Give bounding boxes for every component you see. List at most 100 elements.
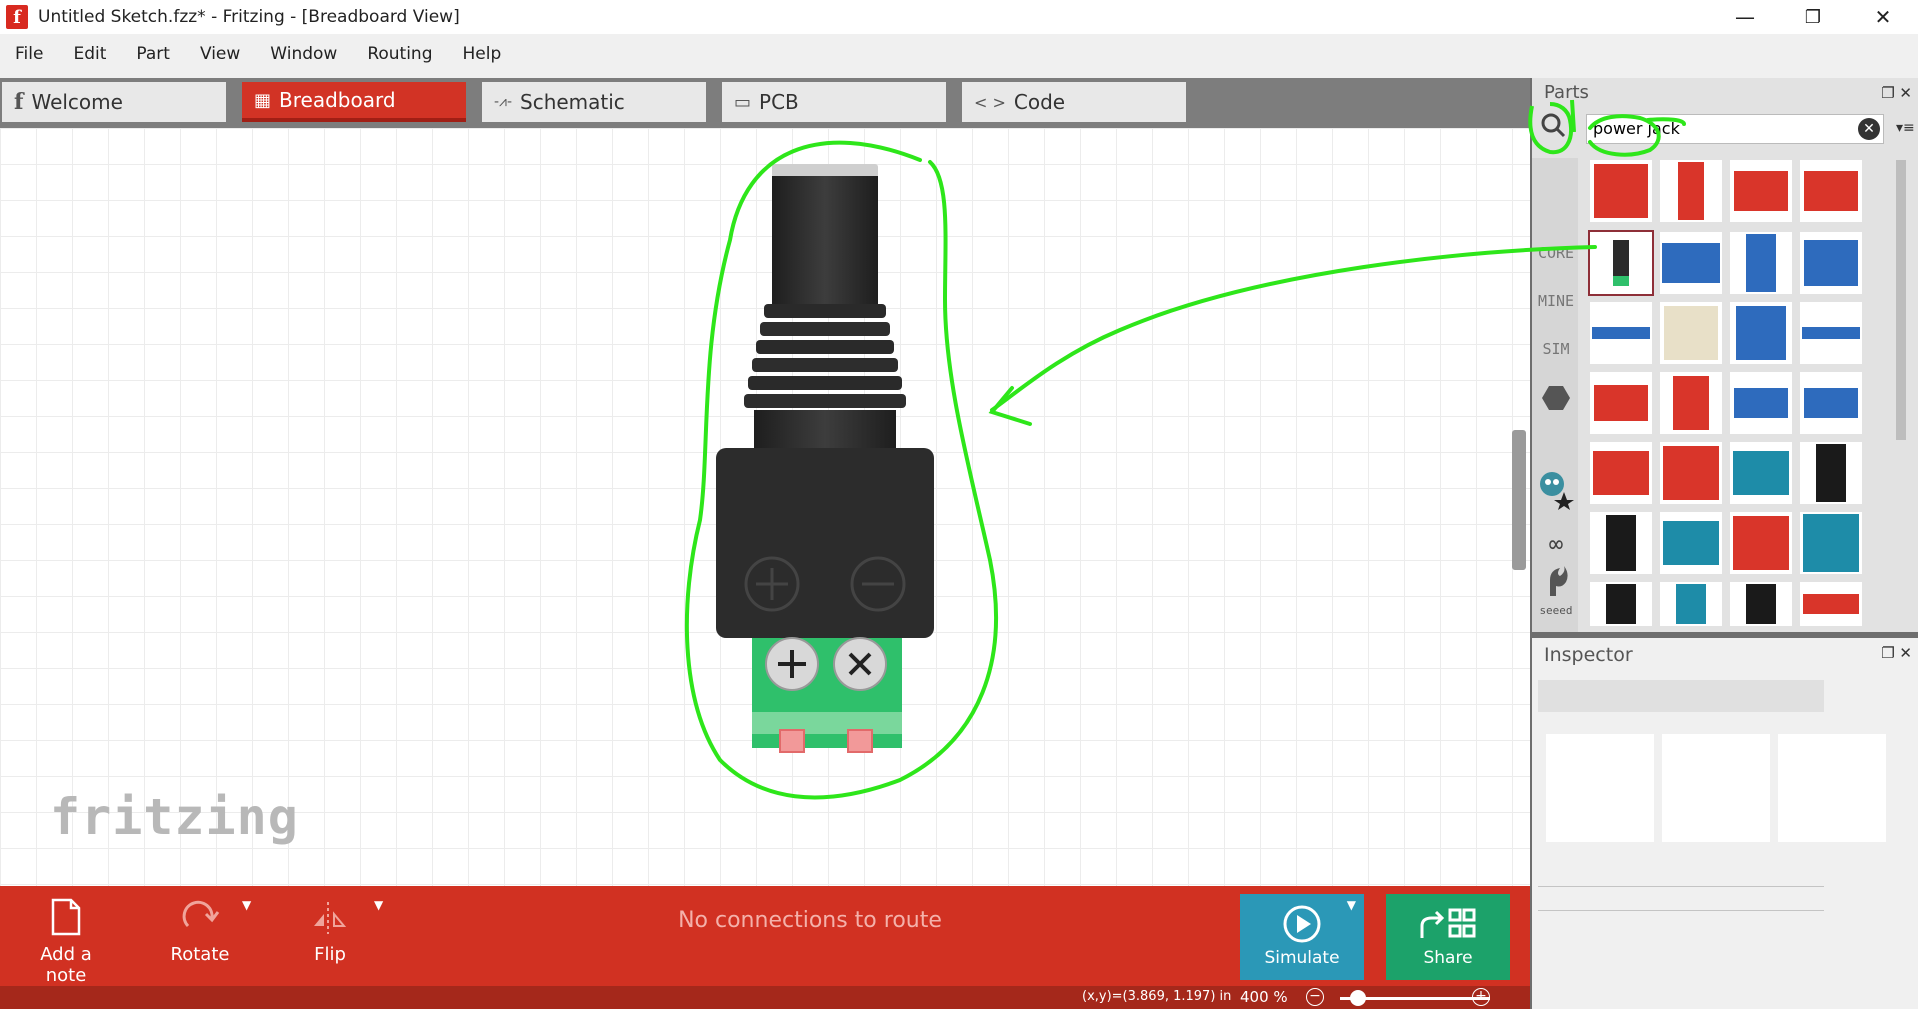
part-thumbnail[interactable] xyxy=(1800,302,1862,364)
close-panel-icon[interactable]: ✕ xyxy=(1899,84,1912,102)
parts-search-input[interactable]: power jack xyxy=(1586,114,1884,144)
menu-edit[interactable]: Edit xyxy=(58,44,121,64)
flip-label: Flip xyxy=(314,944,346,965)
tab-label: PCB xyxy=(759,90,799,114)
float-panel-icon[interactable]: ❐ xyxy=(1881,644,1894,662)
zoom-in-icon[interactable]: + xyxy=(1472,988,1490,1006)
maximize-button[interactable]: ❐ xyxy=(1778,0,1848,34)
zoom-out-icon[interactable]: − xyxy=(1306,988,1324,1006)
part-thumbnail[interactable] xyxy=(1590,302,1652,364)
dc-power-jack-part[interactable] xyxy=(700,164,950,784)
search-icon[interactable] xyxy=(1536,108,1570,142)
share-button[interactable]: Share xyxy=(1386,894,1510,980)
part-thumbnail[interactable] xyxy=(1800,372,1862,434)
dock-splitter-handle[interactable] xyxy=(1512,430,1526,570)
flip-dropdown-icon[interactable]: ▼ xyxy=(374,898,383,912)
tab-breadboard[interactable]: ▦ Breadboard xyxy=(242,82,466,122)
flip-button[interactable]: Flip xyxy=(292,896,368,965)
part-thumbnail[interactable] xyxy=(1590,442,1652,504)
divider xyxy=(1538,910,1824,911)
bin-sim[interactable]: SIM xyxy=(1536,340,1576,358)
tab-pcb[interactable]: ▭ PCB xyxy=(722,82,946,122)
adafruit-star-icon[interactable] xyxy=(1536,470,1576,514)
tab-welcome[interactable]: f Welcome xyxy=(2,82,226,122)
part-thumbnail[interactable] xyxy=(1730,372,1792,434)
code-brackets-icon: < > xyxy=(974,92,1006,112)
sparkfun-flame-icon[interactable] xyxy=(1536,566,1576,600)
hexagon-icon[interactable] xyxy=(1536,384,1576,416)
title-bar: f Untitled Sketch.fzz* - Fritzing - [Bre… xyxy=(0,0,1918,34)
status-bar: (x,y)=(3.869, 1.197) in 400 % − + xyxy=(0,986,1530,1009)
menu-view[interactable]: View xyxy=(185,44,255,64)
tab-label: Code xyxy=(1013,90,1066,114)
inspector-panel: Inspector ❐ ✕ xyxy=(1532,638,1918,1009)
add-note-label: Add a note xyxy=(40,944,92,986)
menu-file[interactable]: File xyxy=(0,44,58,64)
tab-label: Welcome xyxy=(31,90,123,114)
close-panel-icon[interactable]: ✕ xyxy=(1899,644,1912,662)
flip-icon xyxy=(314,902,347,934)
tab-label: Breadboard xyxy=(279,88,396,112)
part-thumbnail[interactable] xyxy=(1730,442,1792,504)
menu-window[interactable]: Window xyxy=(255,44,352,64)
scrollbar-thumb[interactable] xyxy=(1896,160,1906,440)
parts-panel: Parts ❐ ✕ power jack ✕ ▾≡ CORE MINE SIM … xyxy=(1532,78,1918,658)
part-thumbnail[interactable] xyxy=(1730,582,1792,626)
parts-panel-title: Parts xyxy=(1544,82,1589,103)
menu-routing[interactable]: Routing xyxy=(352,44,447,64)
cursor-coordinates: (x,y)=(3.869, 1.197) in xyxy=(1082,989,1232,1004)
part-thumbnail[interactable] xyxy=(1800,160,1862,222)
menu-part[interactable]: Part xyxy=(121,44,185,64)
breadboard-canvas[interactable]: fritzing xyxy=(0,128,1530,886)
bottom-toolbar: Add a note Rotate ▼ Flip ▼ No connection… xyxy=(0,886,1530,986)
simulate-button[interactable]: Simulate ▼ xyxy=(1240,894,1364,980)
note-icon xyxy=(51,898,81,936)
bin-mine[interactable]: MINE xyxy=(1536,292,1576,310)
clear-search-icon[interactable]: ✕ xyxy=(1858,118,1880,140)
part-thumbnail[interactable] xyxy=(1730,302,1792,364)
add-note-button[interactable]: Add a note xyxy=(20,896,112,986)
parts-bin-tabs: CORE MINE SIM ∞ seeed ▲ xyxy=(1532,158,1578,658)
part-thumbnail[interactable] xyxy=(1660,232,1722,294)
part-thumbnail[interactable] xyxy=(1660,302,1722,364)
menu-help[interactable]: Help xyxy=(448,44,517,64)
minimize-button[interactable]: — xyxy=(1710,0,1780,34)
window-title: Untitled Sketch.fzz* - Fritzing - [Bread… xyxy=(38,7,460,27)
part-thumbnail[interactable] xyxy=(1590,372,1652,434)
part-thumbnail[interactable] xyxy=(1800,512,1862,574)
view-tab-bar: f Welcome ▦ Breadboard -⩘- Schematic ▭ P… xyxy=(0,78,1530,128)
part-thumbnail[interactable] xyxy=(1660,442,1722,504)
simulate-dropdown-icon[interactable]: ▼ xyxy=(1347,898,1356,912)
part-thumbnail[interactable] xyxy=(1800,232,1862,294)
part-thumbnail[interactable] xyxy=(1590,512,1652,574)
bin-core[interactable]: CORE xyxy=(1536,244,1576,262)
arduino-infinity-icon[interactable]: ∞ xyxy=(1536,530,1576,558)
part-thumbnail[interactable] xyxy=(1730,512,1792,574)
part-thumbnail[interactable] xyxy=(1660,372,1722,434)
tab-schematic[interactable]: -⩘- Schematic xyxy=(482,82,706,122)
float-panel-icon[interactable]: ❐ xyxy=(1881,84,1894,102)
close-button[interactable]: ✕ xyxy=(1848,0,1918,34)
rotate-button[interactable]: Rotate xyxy=(160,896,240,965)
share-label: Share xyxy=(1423,948,1473,968)
parts-scrollbar[interactable] xyxy=(1894,160,1908,630)
part-thumbnail[interactable] xyxy=(1730,160,1792,222)
divider xyxy=(1538,886,1824,887)
seeed-icon[interactable]: seeed xyxy=(1536,604,1576,617)
part-thumbnail[interactable] xyxy=(1800,442,1862,504)
part-thumbnail[interactable] xyxy=(1590,160,1652,222)
zoom-slider-handle[interactable] xyxy=(1350,990,1366,1006)
rotate-dropdown-icon[interactable]: ▼ xyxy=(242,898,251,912)
tab-code[interactable]: < > Code xyxy=(962,82,1186,122)
pcb-view-image xyxy=(1778,734,1886,842)
part-thumbnail[interactable] xyxy=(1730,232,1792,294)
part-thumbnail[interactable] xyxy=(1660,512,1722,574)
bin-menu-icon[interactable]: ▾≡ xyxy=(1896,120,1915,136)
part-thumbnail[interactable] xyxy=(1660,160,1722,222)
inspector-controls: ❐ ✕ xyxy=(1881,644,1912,662)
part-thumbnail[interactable] xyxy=(1800,582,1862,626)
fritzing-f-icon: f xyxy=(14,89,24,115)
part-thumbnail[interactable] xyxy=(1590,582,1652,626)
part-thumbnail[interactable] xyxy=(1660,582,1722,626)
part-thumbnail-dc-power-jack[interactable] xyxy=(1588,230,1654,296)
